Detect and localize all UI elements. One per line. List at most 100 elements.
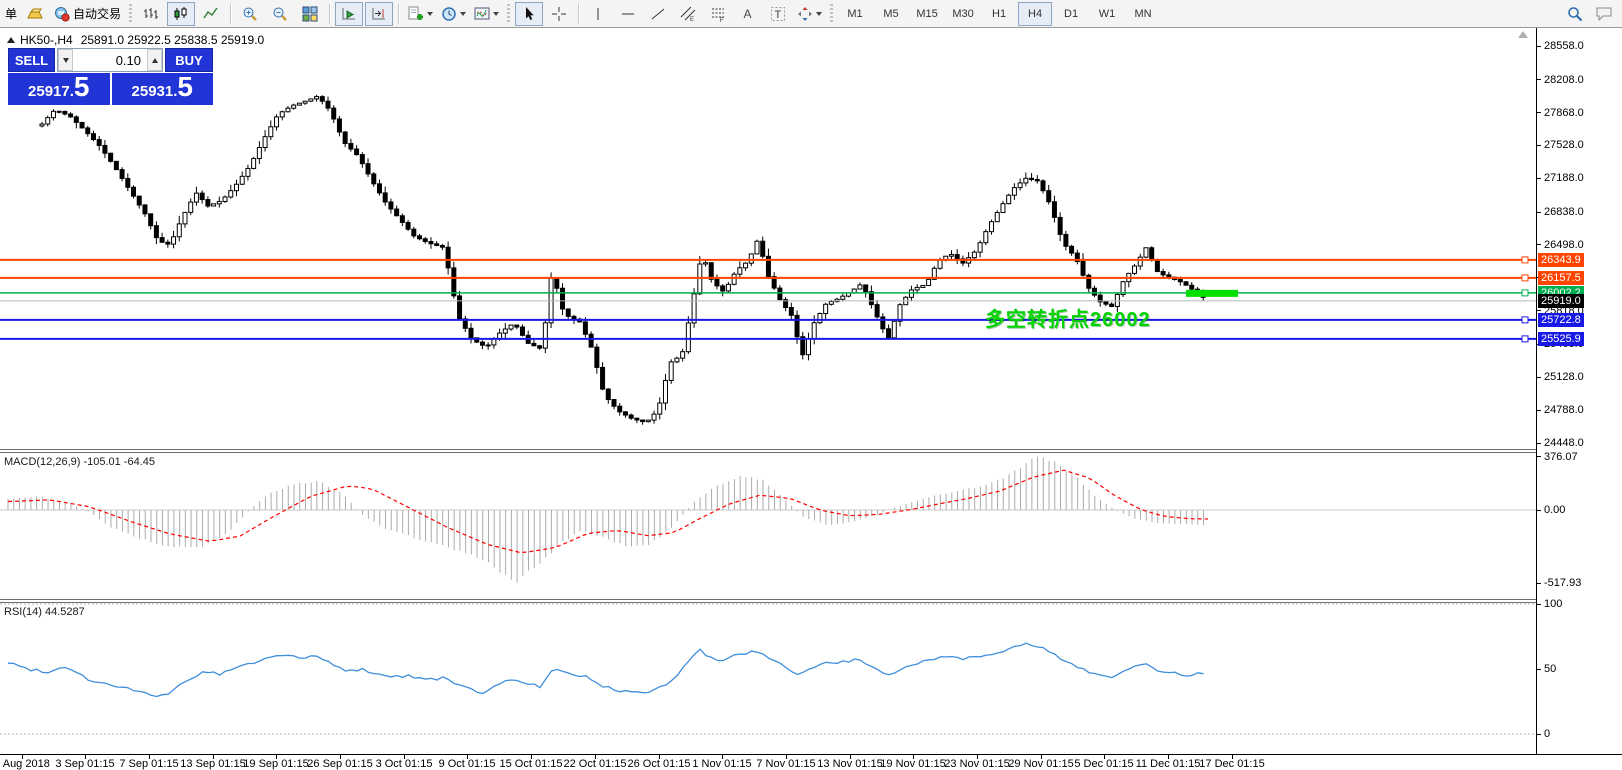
macd-tick-mark (1537, 583, 1541, 584)
toolbar-separator (230, 4, 231, 24)
price-tick-label: 27528.0 (1544, 139, 1584, 151)
text-label-button[interactable]: T (764, 2, 792, 26)
time-tick-label: 22 Oct 01:15 (564, 758, 627, 770)
line-chart-button[interactable] (197, 2, 225, 26)
zoom-out-icon (272, 6, 288, 22)
price-tick-mark (1537, 377, 1541, 378)
horizontal-line-button[interactable] (614, 2, 642, 26)
fibonacci-button[interactable]: F (704, 2, 732, 26)
time-tick-label: 26 Sep 01:15 (307, 758, 372, 770)
crosshair-button[interactable] (545, 2, 573, 26)
tile-windows-button[interactable] (296, 2, 324, 26)
triangle-down-icon (63, 58, 69, 63)
zoom-out-button[interactable] (266, 2, 294, 26)
new-order-button[interactable] (21, 2, 49, 26)
equidistant-channel-button[interactable]: E (674, 2, 702, 26)
auto-scroll-button[interactable] (335, 2, 363, 26)
zoom-in-icon (242, 6, 258, 22)
buy-button[interactable]: BUY (165, 48, 213, 72)
trendline-button[interactable] (644, 2, 672, 26)
toolbar-grip[interactable] (129, 4, 132, 24)
templates-icon (474, 6, 490, 22)
sell-price: 25917. (28, 83, 74, 100)
rsi-axis-label: 0 (1544, 728, 1550, 740)
search-button[interactable] (1561, 2, 1589, 26)
toolbar-separator (398, 4, 399, 24)
price-axis[interactable]: 28558.028208.027868.027528.027188.026838… (1536, 28, 1622, 754)
toolbar-grip[interactable] (830, 4, 833, 24)
timeframe-button-w1[interactable]: W1 (1090, 2, 1124, 26)
level-line-handle[interactable] (1522, 317, 1528, 323)
macd-name: MACD(12,26,9) (4, 456, 80, 468)
buy-price-box[interactable]: 25931.5 (112, 73, 214, 105)
periods-button[interactable] (438, 2, 469, 26)
time-axis[interactable]: 8 Aug 20183 Sep 01:157 Sep 01:1513 Sep 0… (0, 754, 1622, 769)
collapse-icon[interactable] (7, 37, 15, 43)
time-tick-label: 5 Dec 01:15 (1074, 758, 1133, 770)
price-tick-mark (1537, 46, 1541, 47)
level-line-handle[interactable] (1522, 257, 1528, 263)
sell-price-pips: 5 (74, 75, 90, 99)
rsi-axis-label: 50 (1544, 663, 1556, 675)
time-tick-label: 19 Nov 01:15 (880, 758, 945, 770)
cursor-icon (521, 6, 537, 22)
toolbar-grip[interactable] (507, 4, 510, 24)
volume-increase-button[interactable] (147, 49, 162, 71)
rsi-axis-label: 100 (1544, 598, 1562, 610)
rsi-indicator-panel[interactable] (0, 603, 1536, 754)
macd-indicator-panel[interactable] (0, 453, 1536, 599)
chart-shift-button[interactable] (365, 2, 393, 26)
sell-button[interactable]: SELL (8, 48, 55, 72)
timeframe-button-d1[interactable]: D1 (1054, 2, 1088, 26)
timeframe-button-h4[interactable]: H4 (1018, 2, 1052, 26)
volume-input[interactable]: 0.10 (73, 49, 147, 71)
gold-ingot-icon (27, 6, 43, 22)
level-line-handle[interactable] (1522, 336, 1528, 342)
rsi-label: RSI(14) 44.5287 (4, 606, 85, 618)
svg-text:E: E (690, 17, 694, 22)
volume-decrease-button[interactable] (58, 49, 73, 71)
cursor-button[interactable] (515, 2, 543, 26)
time-tick-label: 1 Nov 01:15 (692, 758, 751, 770)
candlestick-chart[interactable] (0, 28, 1536, 449)
dropdown-caret-icon (460, 12, 466, 16)
macd-tick-mark (1537, 510, 1541, 511)
buy-price-pips: 5 (177, 75, 193, 99)
level-line-handle[interactable] (1522, 275, 1528, 281)
chart-annotation[interactable]: 多空转折点26002 (985, 303, 1151, 332)
candlestick-chart-button[interactable] (167, 2, 195, 26)
price-tick-mark (1537, 178, 1541, 179)
bar-chart-button[interactable] (137, 2, 165, 26)
zoom-in-button[interactable] (236, 2, 264, 26)
ohlc-values: 25891.0 25922.5 25838.5 25919.0 (81, 33, 265, 47)
time-tick-label: 7 Nov 01:15 (756, 758, 815, 770)
scroll-to-end-marker[interactable] (1518, 31, 1528, 38)
chat-button[interactable] (1591, 2, 1619, 26)
level-line-handle[interactable] (1522, 290, 1528, 296)
text-icon: A (740, 6, 756, 22)
templates-button[interactable] (471, 2, 502, 26)
price-level-tag: 26157.5 (1538, 271, 1584, 285)
timeframe-button-m30[interactable]: M30 (946, 2, 980, 26)
sell-price-box[interactable]: 25917.5 (8, 73, 110, 105)
highlight-bar[interactable] (1186, 290, 1238, 297)
search-icon (1567, 6, 1583, 22)
candlestick-chart-icon (173, 6, 189, 22)
auto-scroll-icon (341, 6, 357, 22)
timeframe-button-mn[interactable]: MN (1126, 2, 1160, 26)
price-tick-label: 27188.0 (1544, 172, 1584, 184)
vertical-line-button[interactable] (584, 2, 612, 26)
new-order-label[interactable]: 单 (5, 5, 17, 22)
time-tick-label: 17 Dec 01:15 (1199, 758, 1264, 770)
timeframe-button-m5[interactable]: M5 (874, 2, 908, 26)
rsi-tick-mark (1537, 669, 1541, 670)
rsi-name: RSI(14) (4, 606, 42, 618)
autotrading-button[interactable]: 自动交易 (51, 2, 124, 26)
time-tick-label: 19 Sep 01:15 (243, 758, 308, 770)
arrows-button[interactable] (794, 2, 825, 26)
timeframe-button-m1[interactable]: M1 (838, 2, 872, 26)
timeframe-button-h1[interactable]: H1 (982, 2, 1016, 26)
indicators-button[interactable] (404, 2, 436, 26)
text-button[interactable]: A (734, 2, 762, 26)
timeframe-button-m15[interactable]: M15 (910, 2, 944, 26)
